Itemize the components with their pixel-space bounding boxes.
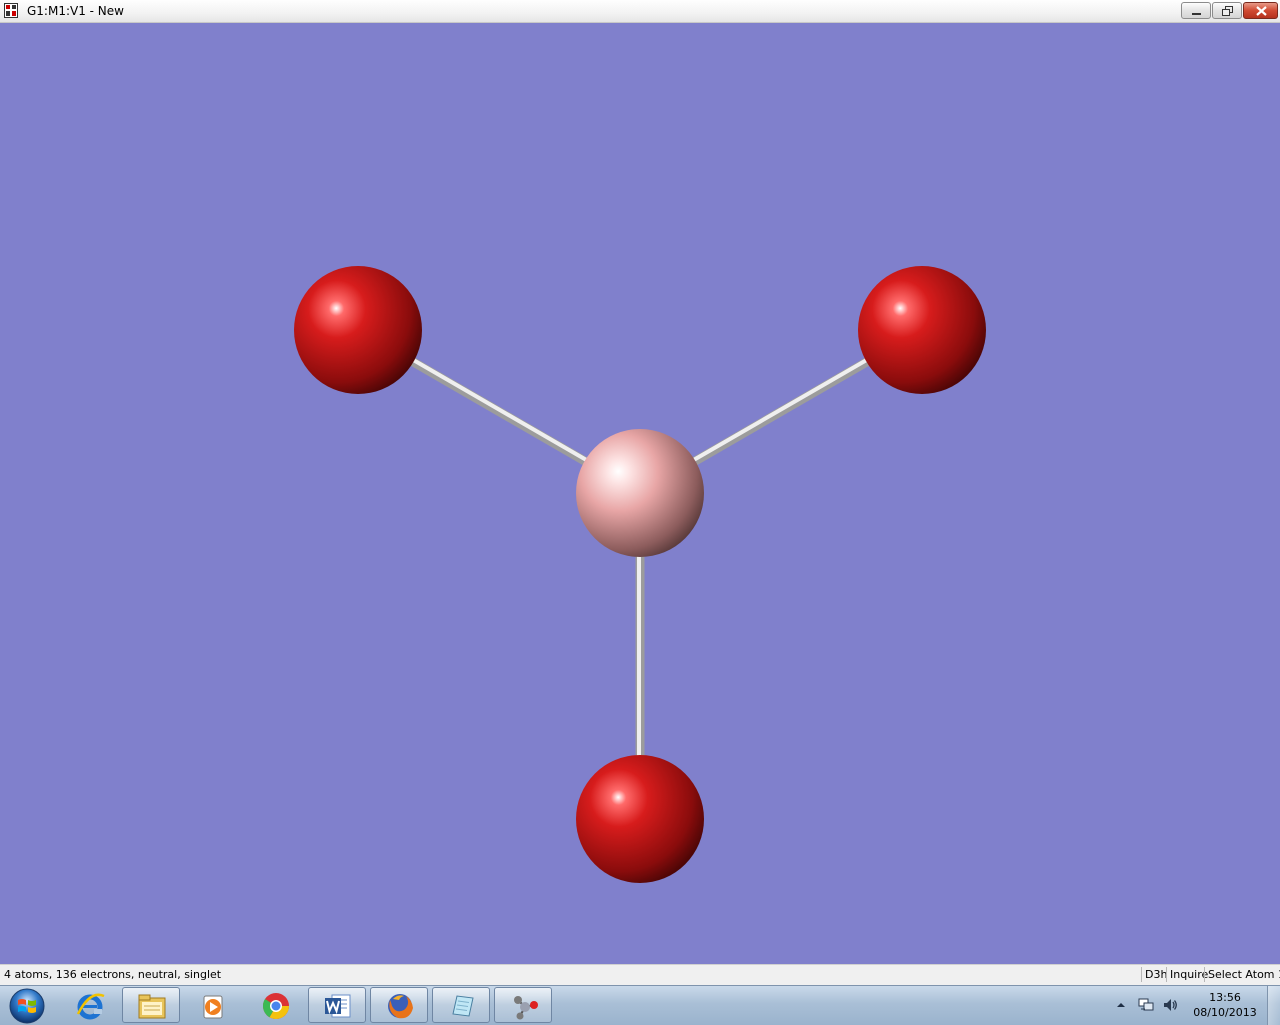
close-button[interactable] [1243, 2, 1278, 19]
taskbar-file-explorer[interactable] [122, 987, 180, 1023]
taskbar-chrome[interactable] [246, 987, 304, 1023]
internet-explorer-icon [76, 993, 105, 1020]
show-hidden-icons-arrow[interactable] [1114, 998, 1128, 1012]
gaussview-icon [514, 996, 538, 1020]
folder-icon [138, 994, 166, 1019]
system-clock[interactable]: 13:56 08/10/2013 [1190, 990, 1260, 1020]
taskbar: 13:56 08/10/2013 [0, 985, 1280, 1025]
bonds [355, 326, 925, 819]
minimize-icon [1192, 13, 1201, 15]
status-bar: 4 atoms, 136 electrons, neutral, singlet… [0, 964, 1280, 985]
volume-icon[interactable] [1162, 997, 1178, 1013]
terminal-atom-1[interactable] [294, 266, 422, 394]
network-icon[interactable] [1138, 997, 1154, 1013]
molecule-view[interactable] [0, 23, 1280, 964]
clock-date: 08/10/2013 [1193, 1006, 1257, 1019]
show-desktop-button[interactable] [1267, 986, 1280, 1025]
taskbar-internet-explorer[interactable] [60, 987, 118, 1023]
window-title: G1:M1:V1 - New [27, 4, 124, 18]
restore-button[interactable] [1212, 2, 1242, 19]
selection-status: Select Atom 1 [1204, 967, 1280, 982]
windows-orb-icon[interactable] [3, 987, 51, 1025]
chrome-icon [262, 993, 290, 1020]
taskbar-firefox[interactable] [370, 987, 428, 1023]
central-atom[interactable] [576, 429, 704, 557]
word-icon [325, 994, 351, 1018]
molecule-info: 4 atoms, 136 electrons, neutral, singlet [4, 968, 222, 981]
minimize-button[interactable] [1181, 2, 1211, 19]
close-icon [1256, 6, 1267, 16]
firefox-icon [388, 994, 413, 1019]
restore-icon [1222, 6, 1233, 16]
taskbar-word[interactable] [308, 987, 366, 1023]
window-titlebar[interactable]: G1:M1:V1 - New [0, 0, 1280, 23]
gaussview-app-icon[interactable] [4, 3, 18, 18]
taskbar-notepad[interactable] [432, 987, 490, 1023]
terminal-atom-2[interactable] [858, 266, 986, 394]
taskbar-media-player[interactable] [184, 987, 242, 1023]
clock-time: 13:56 [1209, 991, 1241, 1004]
taskbar-gaussview[interactable] [494, 987, 552, 1023]
molecule-viewport[interactable] [0, 23, 1280, 964]
notepad-icon [452, 995, 474, 1017]
media-player-icon [203, 995, 223, 1019]
terminal-atom-3[interactable] [576, 755, 704, 883]
